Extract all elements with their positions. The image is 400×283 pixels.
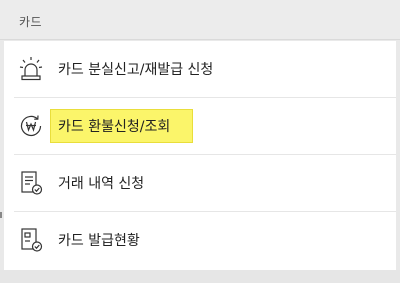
card-menu-screen: 카드 카드 분실신고/재발급 신청 카드 환불신청/조회 거래 내역 신청 카드… [0, 0, 400, 283]
won-refund-icon [18, 113, 44, 139]
menu-item-transaction-history[interactable]: 거래 내역 신청 [4, 155, 396, 212]
document-check-icon [18, 170, 44, 196]
siren-icon [18, 56, 44, 82]
section-title: 카드 [19, 15, 43, 29]
edge-marker [0, 212, 2, 218]
card-menu-list: 카드 분실신고/재발급 신청 카드 환불신청/조회 거래 내역 신청 카드 발급… [4, 41, 396, 270]
menu-item-lost-card-report[interactable]: 카드 분실신고/재발급 신청 [4, 41, 396, 98]
bottom-bar [0, 270, 400, 283]
menu-item-label: 거래 내역 신청 [58, 176, 145, 192]
card-status-icon [18, 227, 44, 253]
menu-item-label: 카드 분실신고/재발급 신청 [58, 62, 214, 78]
menu-item-label: 카드 발급현황 [58, 233, 140, 249]
section-header: 카드 [0, 0, 400, 40]
menu-item-refund-request[interactable]: 카드 환불신청/조회 [4, 98, 396, 155]
menu-item-label: 카드 환불신청/조회 [58, 119, 171, 135]
menu-item-card-issuance-status[interactable]: 카드 발급현황 [4, 212, 396, 269]
